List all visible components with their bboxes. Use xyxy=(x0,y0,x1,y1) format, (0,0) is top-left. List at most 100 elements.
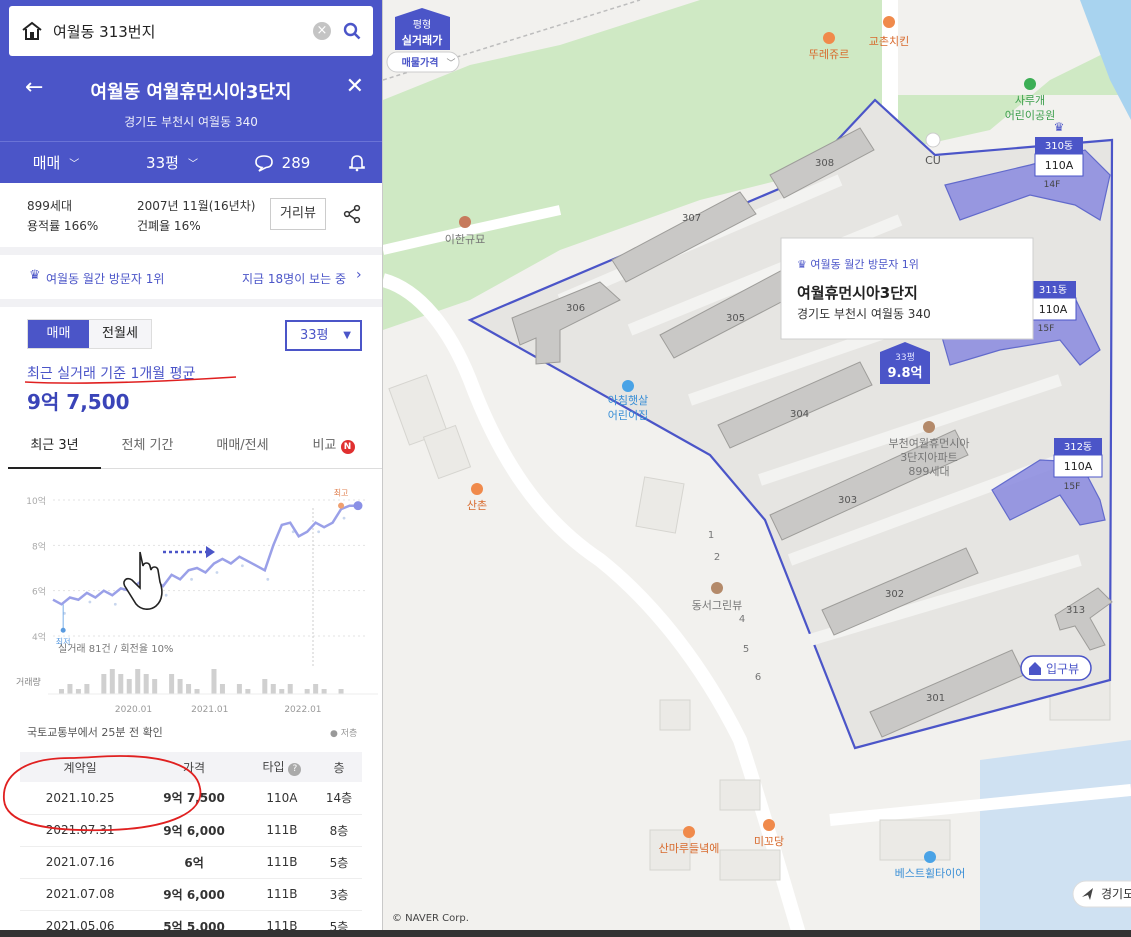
entrance-view-button[interactable]: 입구뷰 xyxy=(1020,655,1092,681)
trade-select[interactable]: 매매 ﹀ xyxy=(0,152,112,173)
tab-3years[interactable]: 최근 3년 xyxy=(8,425,101,469)
tab-compare[interactable]: 비교 N xyxy=(291,425,376,469)
clear-icon[interactable]: × xyxy=(313,22,331,40)
chip-line2: 실거래가 xyxy=(402,33,442,47)
volume-bar xyxy=(304,689,310,694)
period-tabs: 최근 3년 전체 기간 매매/전세 비교 N xyxy=(8,425,382,469)
poi-complex-2: 3단지아파트 xyxy=(900,451,958,464)
home-icon[interactable] xyxy=(21,21,43,41)
dong-311: 311동 xyxy=(1039,284,1067,296)
scatter-point xyxy=(317,530,321,534)
col-type: 타입 ? xyxy=(247,752,316,782)
poi-complex-3: 899세대 xyxy=(908,465,949,478)
entrance-label: 입구뷰 xyxy=(1046,662,1079,676)
scatter-point xyxy=(190,577,193,581)
size-dropdown[interactable]: 33평 ▼ xyxy=(285,320,362,351)
hint-arrowhead xyxy=(206,546,215,558)
scatter-point xyxy=(342,516,346,520)
volume-label: 거래량 xyxy=(16,676,41,688)
close-icon[interactable]: ✕ xyxy=(346,74,364,99)
lot-1: 1 xyxy=(708,530,714,541)
chevron-down-icon: ﹀ xyxy=(187,159,198,170)
bell-icon xyxy=(349,155,365,172)
pyeong-chip[interactable]: 평형 실거래가 매물가격 ﹀ xyxy=(386,8,460,73)
alarm-button[interactable] xyxy=(332,153,382,172)
volume-bar xyxy=(279,689,285,694)
col-floor: 층 xyxy=(315,752,362,782)
tab-all-period[interactable]: 전체 기간 xyxy=(101,425,194,469)
volume-bar xyxy=(67,684,73,694)
search-box[interactable]: 여월동 313번지 × xyxy=(9,6,373,56)
low-floor-label: 저층 xyxy=(340,729,358,739)
volume-bar xyxy=(118,674,124,694)
dong-312: 312동 xyxy=(1064,441,1092,453)
chevron-down-icon: ﹀ xyxy=(446,58,455,69)
volume-bar xyxy=(219,684,225,694)
tab-rent[interactable]: 전월세 xyxy=(89,320,151,348)
search-input[interactable]: 여월동 313번지 xyxy=(53,21,313,42)
volume-bar xyxy=(109,669,115,694)
volume-bar xyxy=(143,674,149,694)
table-row[interactable]: 2021.07.16 6억 111B 5층 xyxy=(20,846,362,879)
complex-title: 여월동 여월휴먼시아3단지 xyxy=(90,82,292,103)
visitor-rank: 여월동 월간 방문자 1위 xyxy=(46,272,165,286)
building-302: 302 xyxy=(885,589,904,600)
complex-address: 경기도 부천시 여월동 340 xyxy=(124,115,258,129)
nav-button[interactable]: 경기도 xyxy=(1072,880,1131,908)
cell-floor: 5층 xyxy=(315,846,362,879)
chart-stats: 실거래 81건 / 회전율 10% xyxy=(58,643,173,655)
series-line xyxy=(52,504,358,606)
cell-date: 2021.07.16 xyxy=(20,846,141,879)
size-select[interactable]: 33평 ﹀ xyxy=(112,152,232,173)
cell-floor: 14층 xyxy=(315,782,362,815)
cell-floor: 8층 xyxy=(315,814,362,847)
map-canvas[interactable]: 308 307 306 305 304 303 302 301 313 뚜레쥬르… xyxy=(383,0,1131,937)
col-type-label: 타입 xyxy=(262,760,285,774)
complex-popup[interactable]: ♛ 여월동 월간 방문자 1위 여월휴먼시아3단지 경기도 부천시 여월동 34… xyxy=(780,237,1034,340)
tab-compare-label: 비교 xyxy=(312,438,337,453)
y-tick-label: 4억 xyxy=(32,631,46,643)
search-icon[interactable] xyxy=(343,22,361,40)
help-icon[interactable]: ? xyxy=(288,763,302,776)
back-arrow-icon[interactable]: ← xyxy=(25,75,43,100)
volume-bar xyxy=(58,689,64,694)
latest-point xyxy=(353,501,363,511)
comment-count: 289 xyxy=(281,153,311,172)
comment-icon xyxy=(254,154,273,172)
tab-sale-jeonse[interactable]: 매매/전세 xyxy=(194,425,291,469)
building-coverage: 건폐율 16% xyxy=(137,219,201,233)
poi-mikkodang: 미꼬당 xyxy=(754,835,784,848)
y-tick-label: 10억 xyxy=(26,495,46,507)
building-305: 305 xyxy=(726,313,745,324)
volume-bar xyxy=(75,689,81,694)
hand-icon xyxy=(123,551,163,610)
poi-daycare-2: 어린이집 xyxy=(608,409,648,422)
built-year: 2007년 11월(16년차) xyxy=(137,199,256,213)
tab-sale[interactable]: 매매 xyxy=(28,320,89,348)
volume-bar xyxy=(313,684,319,694)
share-icon[interactable] xyxy=(342,204,362,224)
trade-type-toggle: 매매 전월세 xyxy=(27,319,152,349)
poi-tomb: 이한규묘 xyxy=(445,233,485,246)
comment-button[interactable]: 289 xyxy=(232,154,332,172)
high-label: 최고 xyxy=(334,488,349,498)
volume-bar xyxy=(287,684,293,694)
visitor-banner[interactable]: ♛ 여월동 월간 방문자 1위 지금 18명이 보는 중 › xyxy=(0,255,382,307)
x-tick-label: 2021.01 xyxy=(191,705,228,715)
caret-down-icon: ▼ xyxy=(343,330,351,341)
dong-311-type: 110A xyxy=(1039,303,1068,316)
lot-4: 4 xyxy=(739,614,745,625)
price-chart[interactable]: 10억8억6억4억최고최저실거래 81건 / 회전율 10%거래량2020.01… xyxy=(8,478,382,716)
volume-bar xyxy=(270,684,276,694)
table-row[interactable]: 2021.07.08 9억 6,000 111B 3층 xyxy=(20,878,362,911)
chip-sub: 매물가격 xyxy=(402,56,439,69)
cell-type: 110A xyxy=(247,782,316,815)
building-304: 304 xyxy=(790,409,809,420)
map-view[interactable]: 308 307 306 305 304 303 302 301 313 뚜레쥬르… xyxy=(383,0,1131,937)
scatter-point xyxy=(240,564,244,568)
poi-tire: 베스트휠타이어 xyxy=(895,867,966,880)
street-view-button[interactable]: 거리뷰 xyxy=(270,198,326,230)
volume-bar xyxy=(152,679,158,694)
low-floor-legend: ● 저층 xyxy=(330,729,358,739)
options-bar: 매매 ﹀ 33평 ﹀ 289 xyxy=(0,141,382,183)
